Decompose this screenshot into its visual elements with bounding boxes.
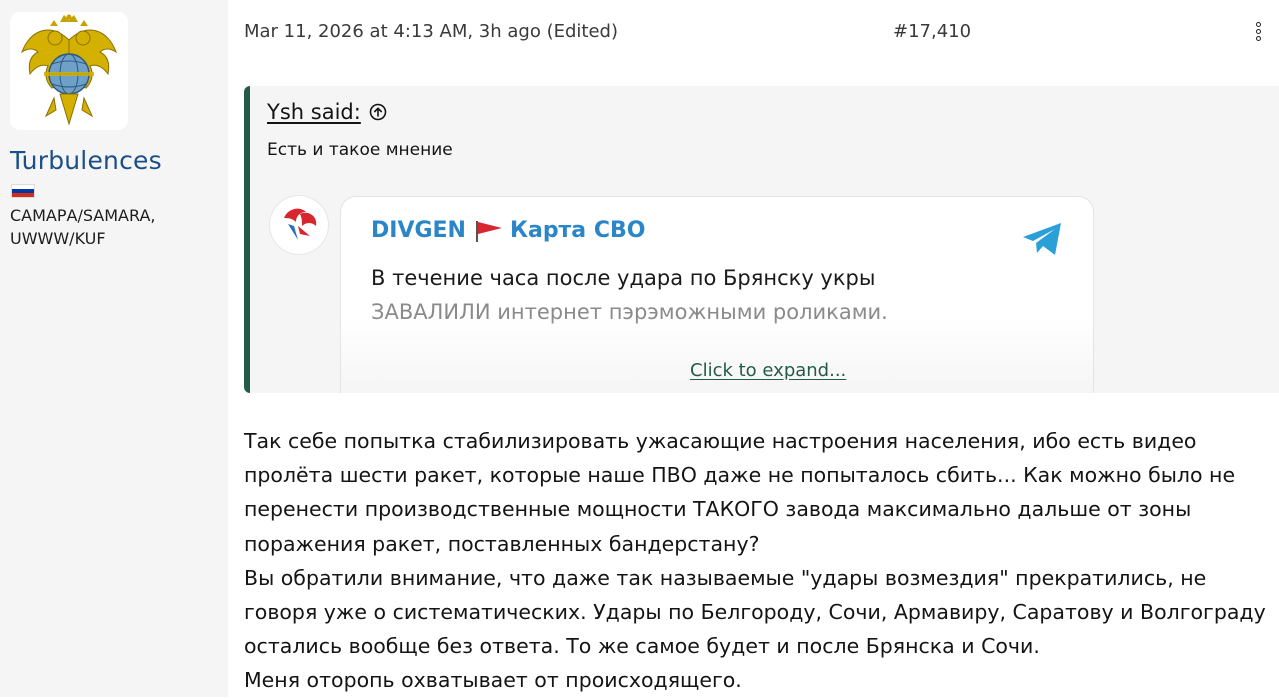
russia-flag-icon: [11, 184, 35, 198]
telegram-channel-suffix: Карта СВО: [509, 218, 646, 243]
post-paragraph-3: Меня оторопь охватывает от происходящего…: [244, 668, 742, 693]
message-date[interactable]: Mar 11, 2026 at 4:13 AM, 3h ago (Edited): [244, 21, 618, 42]
telegram-channel-title[interactable]: DIVGEN Карта СВО: [371, 218, 645, 243]
quote-text: Есть и такое мнение: [267, 140, 453, 160]
message-menu-button[interactable]: [1248, 20, 1268, 48]
red-flag-icon: [475, 220, 502, 242]
arrow-up-circle-icon: [369, 103, 387, 121]
username[interactable]: Turbulences: [10, 146, 162, 175]
user-location-line-2: UWWW/KUF: [10, 229, 106, 248]
quote-author-link[interactable]: Ysh said:: [267, 100, 387, 124]
user-location: САМАРА/SAMARA, UWWW/KUF: [10, 204, 220, 250]
user-column: Turbulences САМАРА/SAMARA, UWWW/KUF: [0, 0, 228, 697]
card-fade-overlay: [341, 317, 1093, 393]
quote-block: Ysh said: Есть и такое мнение DIVGEN Кар…: [244, 86, 1279, 393]
channel-logo[interactable]: [270, 196, 328, 254]
divgen-logo-icon: [284, 208, 317, 240]
post-paragraph-1: Так себе попытка стабилизировать ужасающ…: [244, 429, 1236, 556]
message-permalink[interactable]: #17,410: [893, 21, 971, 42]
double-headed-eagle-emblem-icon: [21, 14, 117, 126]
user-location-line-1: САМАРА/SAMARA,: [10, 206, 156, 225]
telegram-icon[interactable]: [1021, 221, 1065, 257]
telegram-post-line-1: В течение часа после удара по Брянску ук…: [371, 266, 876, 290]
click-to-expand-link[interactable]: Click to expand...: [690, 360, 846, 381]
post-body: Так себе попытка стабилизировать ужасающ…: [244, 424, 1279, 698]
post-paragraph-2: Вы обратили внимание, что даже так назыв…: [244, 565, 1266, 659]
telegram-channel-name: DIVGEN: [371, 218, 466, 243]
avatar[interactable]: [10, 12, 128, 130]
quote-author-label: Ysh said:: [267, 100, 361, 124]
vertical-ellipsis-icon: [1248, 20, 1268, 41]
